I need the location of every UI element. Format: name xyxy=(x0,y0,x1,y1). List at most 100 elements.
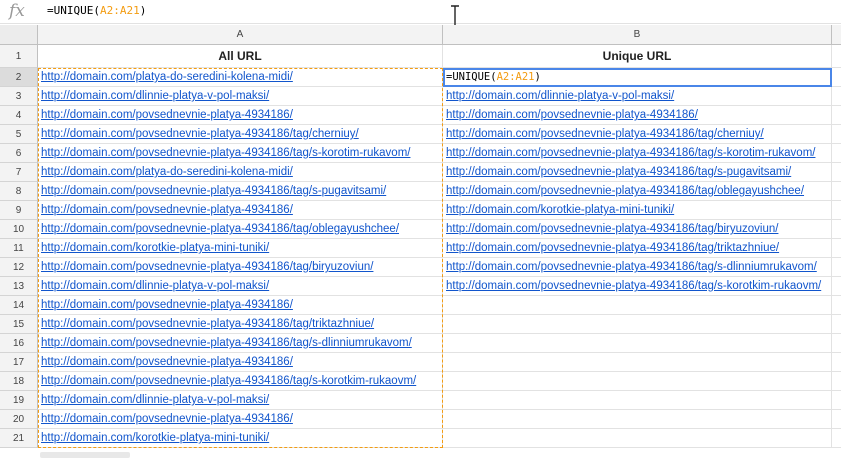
cell-b[interactable]: http://domain.com/povsednevnie-platya-49… xyxy=(443,144,832,163)
empty-cell[interactable] xyxy=(832,410,841,429)
cell-a[interactable]: http://domain.com/povsednevnie-platya-49… xyxy=(38,144,443,163)
empty-cell[interactable] xyxy=(832,182,841,201)
cell-a[interactable]: http://domain.com/povsednevnie-platya-49… xyxy=(38,258,443,277)
cell-b[interactable] xyxy=(443,315,832,334)
row-number[interactable]: 15 xyxy=(0,315,38,334)
row-number[interactable]: 11 xyxy=(0,239,38,258)
empty-cell[interactable] xyxy=(832,125,841,144)
header-cell-all-url[interactable]: All URL xyxy=(38,45,443,68)
row-number[interactable]: 7 xyxy=(0,163,38,182)
url-link[interactable]: http://domain.com/platya-do-seredini-kol… xyxy=(41,71,293,83)
empty-cell[interactable] xyxy=(832,315,841,334)
cell-a[interactable]: http://domain.com/povsednevnie-platya-49… xyxy=(38,182,443,201)
url-link[interactable]: http://domain.com/korotkie-platya-mini-t… xyxy=(446,204,674,216)
row-number[interactable]: 6 xyxy=(0,144,38,163)
cell-b[interactable]: http://domain.com/povsednevnie-platya-49… xyxy=(443,125,832,144)
cell-a[interactable]: http://domain.com/korotkie-platya-mini-t… xyxy=(38,429,443,448)
cell-a[interactable]: http://domain.com/povsednevnie-platya-49… xyxy=(38,410,443,429)
empty-cell[interactable] xyxy=(832,106,841,125)
row-number[interactable]: 19 xyxy=(0,391,38,410)
url-link[interactable]: http://domain.com/dlinnie-platya-v-pol-m… xyxy=(446,90,674,102)
cell-b[interactable]: http://domain.com/dlinnie-platya-v-pol-m… xyxy=(443,87,832,106)
url-link[interactable]: http://domain.com/povsednevnie-platya-49… xyxy=(41,109,293,121)
cell-a[interactable]: http://domain.com/povsednevnie-platya-49… xyxy=(38,201,443,220)
empty-cell[interactable] xyxy=(832,239,841,258)
row-number[interactable]: 20 xyxy=(0,410,38,429)
cell-b[interactable] xyxy=(443,391,832,410)
empty-cell[interactable] xyxy=(832,220,841,239)
url-link[interactable]: http://domain.com/povsednevnie-platya-49… xyxy=(41,185,386,197)
cell-b[interactable] xyxy=(443,296,832,315)
cell-a[interactable]: http://domain.com/dlinnie-platya-v-pol-m… xyxy=(38,391,443,410)
url-link[interactable]: http://domain.com/povsednevnie-platya-49… xyxy=(446,223,778,235)
empty-cell[interactable] xyxy=(832,144,841,163)
cell-b[interactable]: http://domain.com/povsednevnie-platya-49… xyxy=(443,239,832,258)
row-number[interactable]: 5 xyxy=(0,125,38,144)
url-link[interactable]: http://domain.com/platya-do-seredini-kol… xyxy=(41,166,293,178)
cell-a[interactable]: http://domain.com/korotkie-platya-mini-t… xyxy=(38,239,443,258)
row-number[interactable]: 21 xyxy=(0,429,38,448)
cell-b[interactable]: http://domain.com/povsednevnie-platya-49… xyxy=(443,277,832,296)
cell-a[interactable]: http://domain.com/povsednevnie-platya-49… xyxy=(38,125,443,144)
url-link[interactable]: http://domain.com/dlinnie-platya-v-pol-m… xyxy=(41,280,269,292)
cell-a[interactable]: http://domain.com/povsednevnie-platya-49… xyxy=(38,334,443,353)
cell-b[interactable]: http://domain.com/povsednevnie-platya-49… xyxy=(443,106,832,125)
column-header-c[interactable] xyxy=(832,25,841,45)
cell-b[interactable] xyxy=(443,410,832,429)
cell-b[interactable]: http://domain.com/povsednevnie-platya-49… xyxy=(443,220,832,239)
horizontal-scrollbar[interactable] xyxy=(40,452,130,458)
url-link[interactable]: http://domain.com/korotkie-platya-mini-t… xyxy=(41,242,269,254)
cell-b[interactable]: http://domain.com/korotkie-platya-mini-t… xyxy=(443,201,832,220)
url-link[interactable]: http://domain.com/povsednevnie-platya-49… xyxy=(41,318,374,330)
row-number[interactable]: 8 xyxy=(0,182,38,201)
row-number[interactable]: 4 xyxy=(0,106,38,125)
url-link[interactable]: http://domain.com/povsednevnie-platya-49… xyxy=(446,261,817,273)
cell-a[interactable]: http://domain.com/povsednevnie-platya-49… xyxy=(38,372,443,391)
url-link[interactable]: http://domain.com/povsednevnie-platya-49… xyxy=(41,223,399,235)
url-link[interactable]: http://domain.com/povsednevnie-platya-49… xyxy=(41,204,293,216)
url-link[interactable]: http://domain.com/dlinnie-platya-v-pol-m… xyxy=(41,90,269,102)
url-link[interactable]: http://domain.com/povsednevnie-platya-49… xyxy=(446,280,821,292)
url-link[interactable]: http://domain.com/povsednevnie-platya-49… xyxy=(446,128,764,140)
cell-b[interactable]: http://domain.com/povsednevnie-platya-49… xyxy=(443,163,832,182)
url-link[interactable]: http://domain.com/povsednevnie-platya-49… xyxy=(446,185,804,197)
cell-a[interactable]: http://domain.com/povsednevnie-platya-49… xyxy=(38,296,443,315)
url-link[interactable]: http://domain.com/korotkie-platya-mini-t… xyxy=(41,432,269,444)
cell-b[interactable] xyxy=(443,353,832,372)
row-number[interactable]: 3 xyxy=(0,87,38,106)
empty-cell[interactable] xyxy=(832,45,841,68)
empty-cell[interactable] xyxy=(832,372,841,391)
row-number[interactable]: 13 xyxy=(0,277,38,296)
url-link[interactable]: http://domain.com/povsednevnie-platya-49… xyxy=(446,166,791,178)
row-number[interactable]: 9 xyxy=(0,201,38,220)
row-number[interactable]: 18 xyxy=(0,372,38,391)
cell-a[interactable]: http://domain.com/povsednevnie-platya-49… xyxy=(38,353,443,372)
url-link[interactable]: http://domain.com/povsednevnie-platya-49… xyxy=(41,261,373,273)
cell-b[interactable] xyxy=(443,429,832,448)
row-number[interactable]: 16 xyxy=(0,334,38,353)
row-number[interactable]: 1 xyxy=(0,45,38,68)
cell-a[interactable]: http://domain.com/povsednevnie-platya-49… xyxy=(38,220,443,239)
cell-b[interactable] xyxy=(443,334,832,353)
url-link[interactable]: http://domain.com/povsednevnie-platya-49… xyxy=(41,299,293,311)
empty-cell[interactable] xyxy=(832,277,841,296)
empty-cell[interactable] xyxy=(832,391,841,410)
row-number[interactable]: 17 xyxy=(0,353,38,372)
url-link[interactable]: http://domain.com/povsednevnie-platya-49… xyxy=(41,375,416,387)
url-link[interactable]: http://domain.com/povsednevnie-platya-49… xyxy=(446,147,815,159)
empty-cell[interactable] xyxy=(832,163,841,182)
empty-cell[interactable] xyxy=(832,258,841,277)
column-header-b[interactable]: B xyxy=(443,25,832,45)
empty-cell[interactable] xyxy=(832,296,841,315)
column-header-a[interactable]: A xyxy=(38,25,443,45)
cell-a[interactable]: http://domain.com/dlinnie-platya-v-pol-m… xyxy=(38,277,443,296)
empty-cell[interactable] xyxy=(832,201,841,220)
row-number[interactable]: 12 xyxy=(0,258,38,277)
row-number[interactable]: 10 xyxy=(0,220,38,239)
empty-cell[interactable] xyxy=(832,353,841,372)
cell-a[interactable]: http://domain.com/platya-do-seredini-kol… xyxy=(38,163,443,182)
empty-cell[interactable] xyxy=(832,68,841,87)
url-link[interactable]: http://domain.com/povsednevnie-platya-49… xyxy=(41,413,293,425)
row-number[interactable]: 2 xyxy=(0,68,38,87)
cell-b[interactable] xyxy=(443,372,832,391)
